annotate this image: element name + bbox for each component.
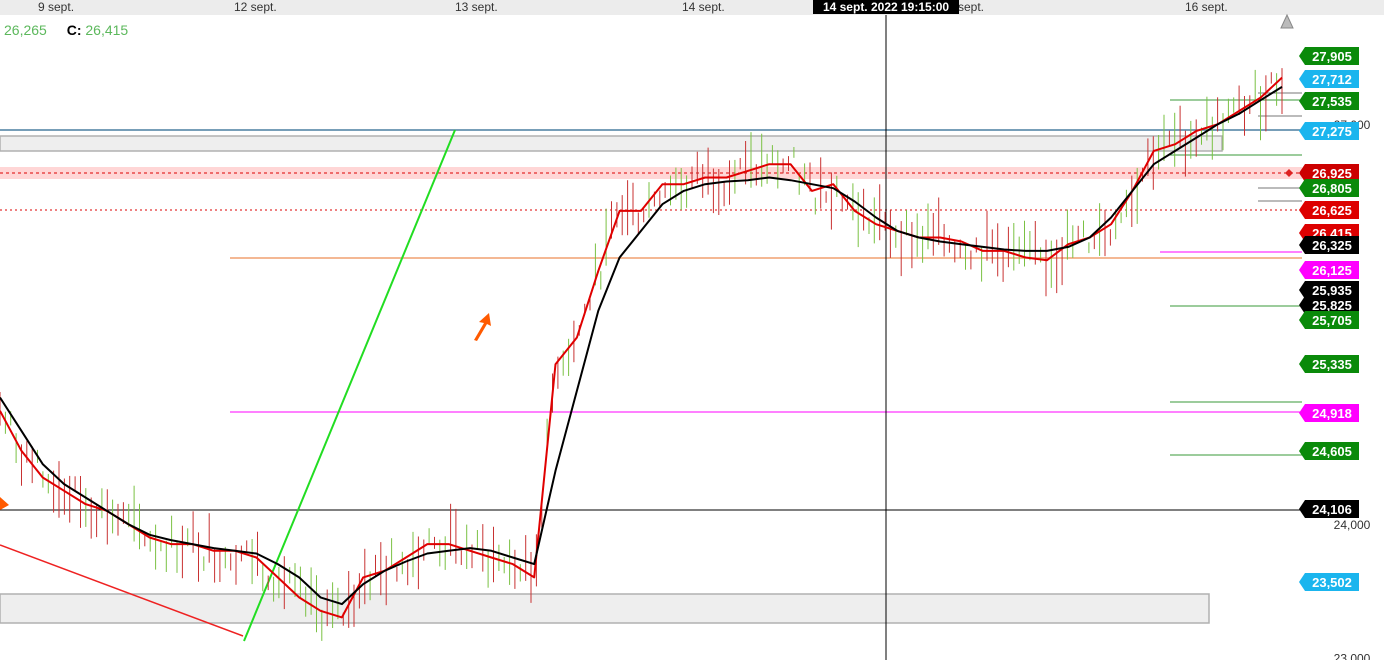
close-label: C: xyxy=(66,22,82,38)
date-label: 9 sept. xyxy=(38,0,74,14)
price-tag-label: 25,935 xyxy=(1312,283,1352,298)
date-label: 13 sept. xyxy=(455,0,498,14)
date-label: sept. xyxy=(958,0,984,14)
price-tag-label: 27,905 xyxy=(1312,49,1352,64)
date-label: 12 sept. xyxy=(234,0,277,14)
price-tag-label: 25,335 xyxy=(1312,357,1352,372)
moving-averages xyxy=(0,76,1283,619)
price-tag: 24,605 xyxy=(1299,442,1359,460)
last-value: 26,265 xyxy=(4,22,47,38)
price-tag-label: 27,275 xyxy=(1312,124,1352,139)
date-label: 16 sept. xyxy=(1185,0,1228,14)
price-tag: 26,125 xyxy=(1299,261,1359,279)
price-tag-label: 27,535 xyxy=(1312,94,1352,109)
lower-box-zone xyxy=(0,593,1210,624)
price-tag-label: 25,705 xyxy=(1312,313,1352,328)
price-tag: 27,712 xyxy=(1299,70,1359,88)
price-tag-label: 23,502 xyxy=(1312,575,1352,590)
price-tag: 25,705 xyxy=(1299,311,1359,329)
slow-ma-line xyxy=(0,86,1283,606)
left-arrow-icon xyxy=(0,497,9,510)
price-tag-label: 26,925 xyxy=(1312,166,1352,181)
price-tag: 24,106 xyxy=(1299,500,1359,518)
price-candles xyxy=(0,68,1283,641)
price-tag: 26,325 xyxy=(1299,236,1359,254)
price-tag-label: 24,106 xyxy=(1312,502,1352,517)
price-chart[interactable]: 9 sept. 12 sept. 13 sept. 14 sept. sept.… xyxy=(0,0,1384,665)
price-tag-label: 25,825 xyxy=(1312,298,1352,313)
price-tag-label: 26,325 xyxy=(1312,238,1352,253)
price-tag: 24,918 xyxy=(1299,404,1359,422)
green-trend-line[interactable] xyxy=(243,129,456,642)
crosshair-time-label: 14 sept. 2022 19:15:00 xyxy=(823,0,949,14)
price-tag-label: 26,625 xyxy=(1312,203,1352,218)
price-tag: 27,535 xyxy=(1299,92,1359,110)
price-tag-label: 27,712 xyxy=(1312,72,1352,87)
price-tag: 26,805 xyxy=(1299,179,1359,197)
upper-box-zone xyxy=(0,135,1223,152)
price-tag: 27,905 xyxy=(1299,47,1359,65)
y-tick-label: 24,000 xyxy=(1334,518,1371,532)
price-tag: 27,275 xyxy=(1299,122,1359,140)
price-tags: 27,905 27,712 27,535 27,275 26,92526,805 26,6… xyxy=(1299,47,1359,591)
price-tag-label: 26,125 xyxy=(1312,263,1352,278)
up-arrow-icon xyxy=(474,313,491,341)
chart-area[interactable]: 9 sept. 12 sept. 13 sept. 14 sept. sept.… xyxy=(0,0,1384,665)
price-tag: 25,335 xyxy=(1299,355,1359,373)
price-tag: 23,502 xyxy=(1299,573,1359,591)
price-tag-label: 26,805 xyxy=(1312,181,1352,196)
y-tick-label: 23,000 xyxy=(1334,651,1371,660)
price-tag-label: 24,605 xyxy=(1312,444,1352,459)
close-value: 26,415 xyxy=(85,22,129,38)
price-tag-label: 24,918 xyxy=(1312,406,1352,421)
ohlc-readout: 26,265 C: 26,415 xyxy=(4,22,128,38)
fast-ma-line xyxy=(0,76,1283,619)
scroll-up-icon[interactable] xyxy=(1280,13,1294,29)
price-tag: 26,625 xyxy=(1299,201,1359,219)
date-label: 14 sept. xyxy=(682,0,725,14)
